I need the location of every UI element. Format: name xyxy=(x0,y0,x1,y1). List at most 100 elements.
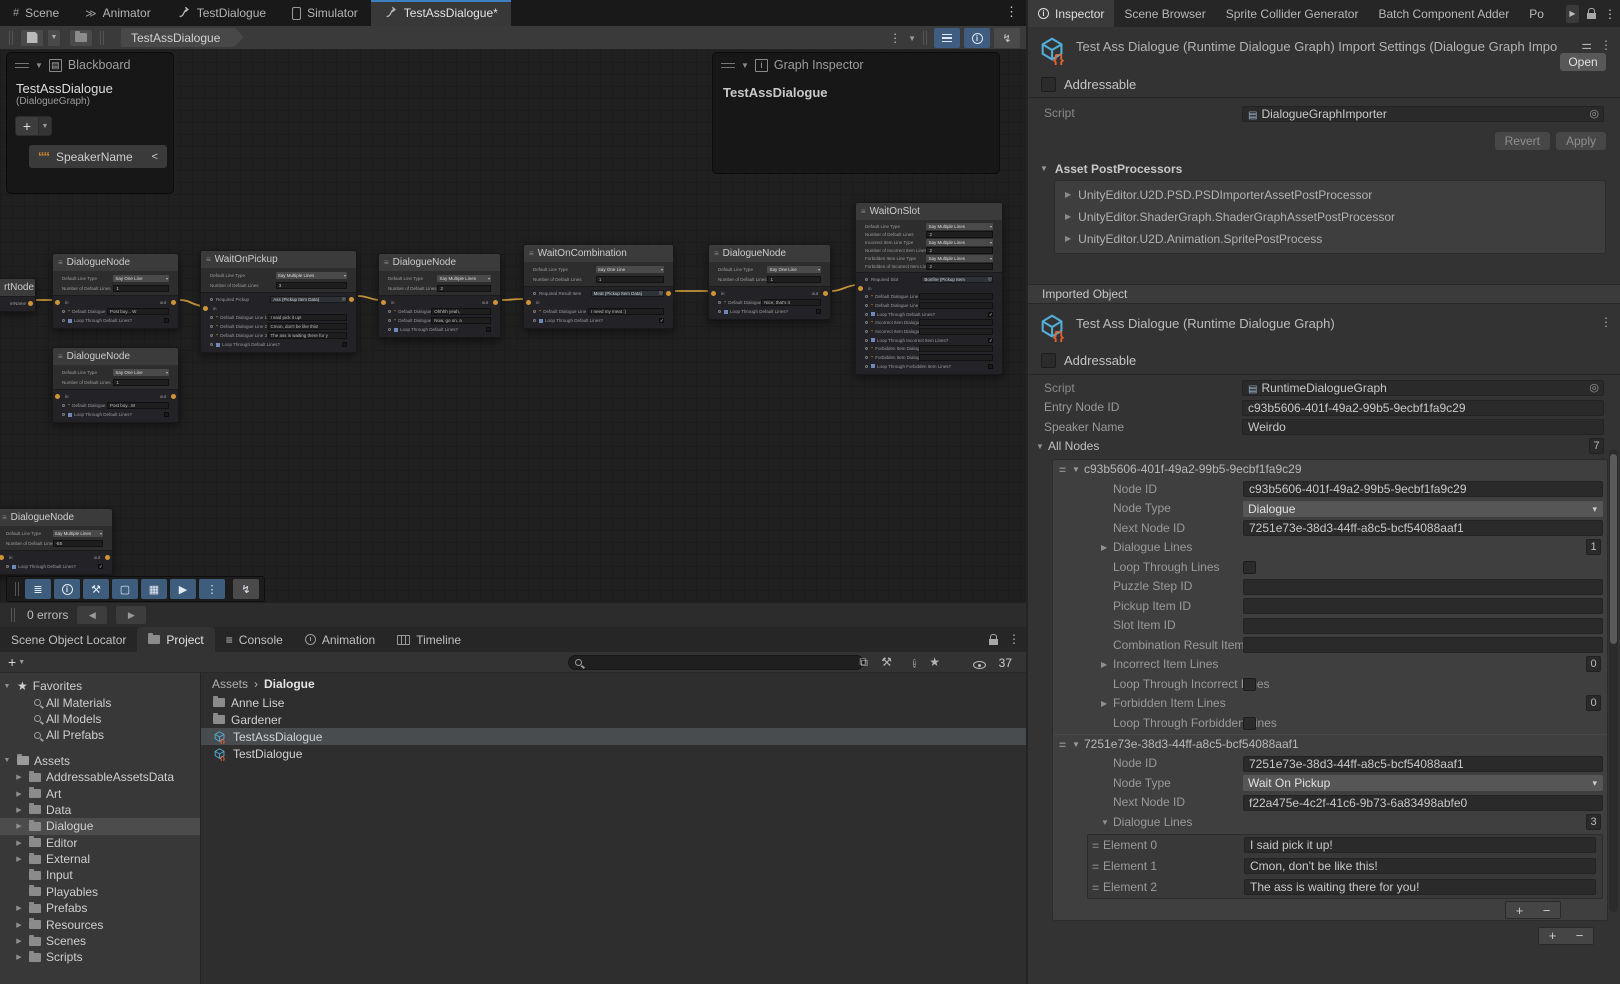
graph-node-waitonpickup[interactable]: ≡WaitOnPickupDefault Line TypeSay Multip… xyxy=(200,250,357,353)
checkbox[interactable] xyxy=(1243,561,1256,574)
text-field[interactable] xyxy=(919,302,993,309)
foldout-arrow-icon[interactable]: ▶ xyxy=(14,937,24,945)
script-object-field[interactable]: ▤RuntimeDialogueGraph xyxy=(1242,380,1604,396)
property-field[interactable]: 1 xyxy=(596,276,664,283)
foldout-arrow-icon[interactable]: ▶ xyxy=(1065,234,1071,243)
more-tabs-arrow[interactable]: ▶ xyxy=(1566,5,1579,23)
all-nodes-foldout[interactable]: ▼All Nodes7 xyxy=(1028,437,1620,457)
graph-toolbar-tools-button[interactable]: ⚒ xyxy=(83,579,109,599)
checkbox[interactable]: ✓ xyxy=(659,318,664,323)
array-size-field[interactable]: 7 xyxy=(1589,438,1604,454)
property-dropdown[interactable]: Say One Line xyxy=(113,275,169,282)
foldout-arrow-icon[interactable]: ▶ xyxy=(14,855,24,863)
array-size-field[interactable]: 3 xyxy=(1586,814,1601,830)
property-dropdown[interactable]: Say Multiple Lines xyxy=(276,272,347,279)
node-title-bar[interactable]: ≡WaitOnPickup xyxy=(201,251,356,268)
toggle-blackboard-button[interactable] xyxy=(934,28,960,48)
object-field[interactable]: Bonfire (Pickup Item xyxy=(921,276,993,283)
inspector-tab-sprite-collider-generator[interactable]: Sprite Collider Generator xyxy=(1216,0,1369,27)
text-field[interactable]: Cmon, don't be like this! xyxy=(268,323,347,330)
toggle-minimap-button[interactable]: ↯ xyxy=(994,28,1020,48)
graph-node-dialoguenode[interactable]: ≡DialogueNodeDefault Line TypeSay Multip… xyxy=(378,253,501,338)
element-field[interactable]: I said pick it up! xyxy=(1244,837,1596,853)
input-port[interactable] xyxy=(858,286,863,291)
previous-error-button[interactable]: ◀ xyxy=(77,606,107,624)
text-field[interactable]: Weirdo xyxy=(1242,419,1604,435)
header-kebab-icon[interactable]: ⋮ xyxy=(1600,315,1612,329)
edge[interactable] xyxy=(358,296,380,300)
save-options-caret[interactable]: ▼ xyxy=(48,29,61,47)
checkbox[interactable] xyxy=(1243,678,1256,691)
output-port[interactable] xyxy=(171,300,176,305)
collapse-arrow-icon[interactable]: ▼ xyxy=(35,61,43,70)
blackboard-property-speakername[interactable]: ““ SpeakerName < xyxy=(29,145,167,168)
lock-icon[interactable] xyxy=(989,639,998,645)
property-field[interactable]: 2 xyxy=(437,285,491,292)
graph-node-waitoncombination[interactable]: ≡WaitOnCombinationDefault Line TypeSay O… xyxy=(523,244,674,329)
window-tab-testassdialogue[interactable]: TestAssDialogue* xyxy=(371,0,511,26)
text-field[interactable]: Nice, that's it xyxy=(761,299,821,306)
revert-button[interactable]: Revert xyxy=(1495,132,1550,150)
foldout-arrow-icon[interactable]: ▶ xyxy=(1065,190,1071,199)
blackboard-panel[interactable]: ▼ ▤ Blackboard TestAssDialogue (Dialogue… xyxy=(6,52,174,194)
checkbox[interactable]: ✓ xyxy=(988,312,993,317)
property-dropdown[interactable]: Say One Line xyxy=(113,369,169,376)
favorite-all-prefabs[interactable]: All Prefabs xyxy=(0,727,200,743)
breadcrumb-item[interactable]: Dialogue xyxy=(264,677,315,691)
property-field[interactable]: 2 xyxy=(926,247,993,254)
tab-scene-object-locator[interactable]: Scene Object Locator xyxy=(0,627,137,652)
add-node-button[interactable]: + xyxy=(1549,928,1557,943)
lock-icon[interactable] xyxy=(1587,13,1596,19)
checkbox[interactable] xyxy=(988,364,993,369)
foldout-arrow-icon[interactable]: ▶ xyxy=(1101,543,1107,552)
graph-node-dialoguenode[interactable]: ≡DialogueNodeDefault Line TypeSay One Li… xyxy=(52,347,179,423)
window-tab-simulator[interactable]: Simulator xyxy=(279,0,371,26)
text-field[interactable]: I said pick it up! xyxy=(268,314,347,321)
text-field[interactable] xyxy=(1243,637,1603,653)
graph-toolbar-play-button[interactable]: ▶ xyxy=(170,579,196,599)
foldout-arrow-icon[interactable]: ▶ xyxy=(14,773,24,781)
file-testassdialogue[interactable]: TestAssDialogue xyxy=(201,728,1026,745)
input-port[interactable] xyxy=(381,300,386,305)
node-title-bar[interactable]: ≡WaitOnSlot xyxy=(856,203,1002,220)
tree-folder-scripts[interactable]: ▶Scripts xyxy=(0,949,200,965)
tree-folder-resources[interactable]: ▶Resources xyxy=(0,916,200,932)
tree-folder-addressableassetsdata[interactable]: ▶AddressableAssetsData xyxy=(0,769,200,785)
dropdown-field[interactable]: Dialogue xyxy=(1243,501,1603,517)
tree-folder-scenes[interactable]: ▶Scenes xyxy=(0,933,200,949)
eye-icon[interactable] xyxy=(973,658,986,672)
inspector-tab-scene-browser[interactable]: Scene Browser xyxy=(1114,0,1215,27)
text-field[interactable] xyxy=(1243,579,1603,595)
header-kebab-icon[interactable]: ⋮ xyxy=(1600,38,1612,52)
graph-toolbar-doc-button[interactable]: ≣ xyxy=(25,579,51,599)
tree-folder-art[interactable]: ▶Art xyxy=(0,785,200,801)
output-port[interactable] xyxy=(823,291,828,296)
node-title-bar[interactable]: ≡DialogueNode xyxy=(0,509,112,526)
tab-timeline[interactable]: Timeline xyxy=(386,627,472,652)
graph-breadcrumb[interactable]: TestAssDialogue xyxy=(121,28,234,47)
property-dropdown[interactable]: Say Multiple Lines xyxy=(926,239,993,246)
output-port[interactable] xyxy=(493,300,498,305)
postprocessor-row[interactable]: ▶UnityEditor.U2D.Animation.SpritePostPro… xyxy=(1055,228,1605,250)
node-title-bar[interactable]: ≡DialogueNode xyxy=(709,245,830,262)
blackboard-header[interactable]: ▼ ▤ Blackboard xyxy=(7,53,173,77)
log-icon[interactable]: ! xyxy=(913,655,916,669)
file-testdialogue[interactable]: TestDialogue xyxy=(201,745,1026,762)
inspector-kebab-icon[interactable]: ⋮ xyxy=(1604,7,1616,21)
node-title-bar[interactable]: ≡DialogueNode xyxy=(53,348,178,365)
property-field[interactable]: 1 xyxy=(767,276,821,283)
property-field[interactable]: -55 xyxy=(53,540,103,547)
inspector-tab-inspector[interactable]: iInspector xyxy=(1028,0,1114,27)
text-field[interactable]: I need my meat :) xyxy=(588,308,664,315)
input-port[interactable] xyxy=(203,306,208,311)
drag-handle-icon[interactable]: = xyxy=(1059,738,1066,752)
output-port[interactable] xyxy=(349,297,354,302)
tree-folder-input[interactable]: Input xyxy=(0,867,200,883)
property-dropdown[interactable]: Say One Line xyxy=(767,266,821,273)
text-field[interactable]: Ohhhh yeah, xyxy=(431,308,491,315)
script-object-field[interactable]: ▤DialogueGraphImporter xyxy=(1242,106,1604,122)
checkbox[interactable]: ✓ xyxy=(98,564,103,569)
search-by-label-icon[interactable]: ⚒ xyxy=(881,655,892,669)
text-field[interactable] xyxy=(919,328,993,335)
window-tab-testdialogue[interactable]: TestDialogue xyxy=(164,0,279,26)
